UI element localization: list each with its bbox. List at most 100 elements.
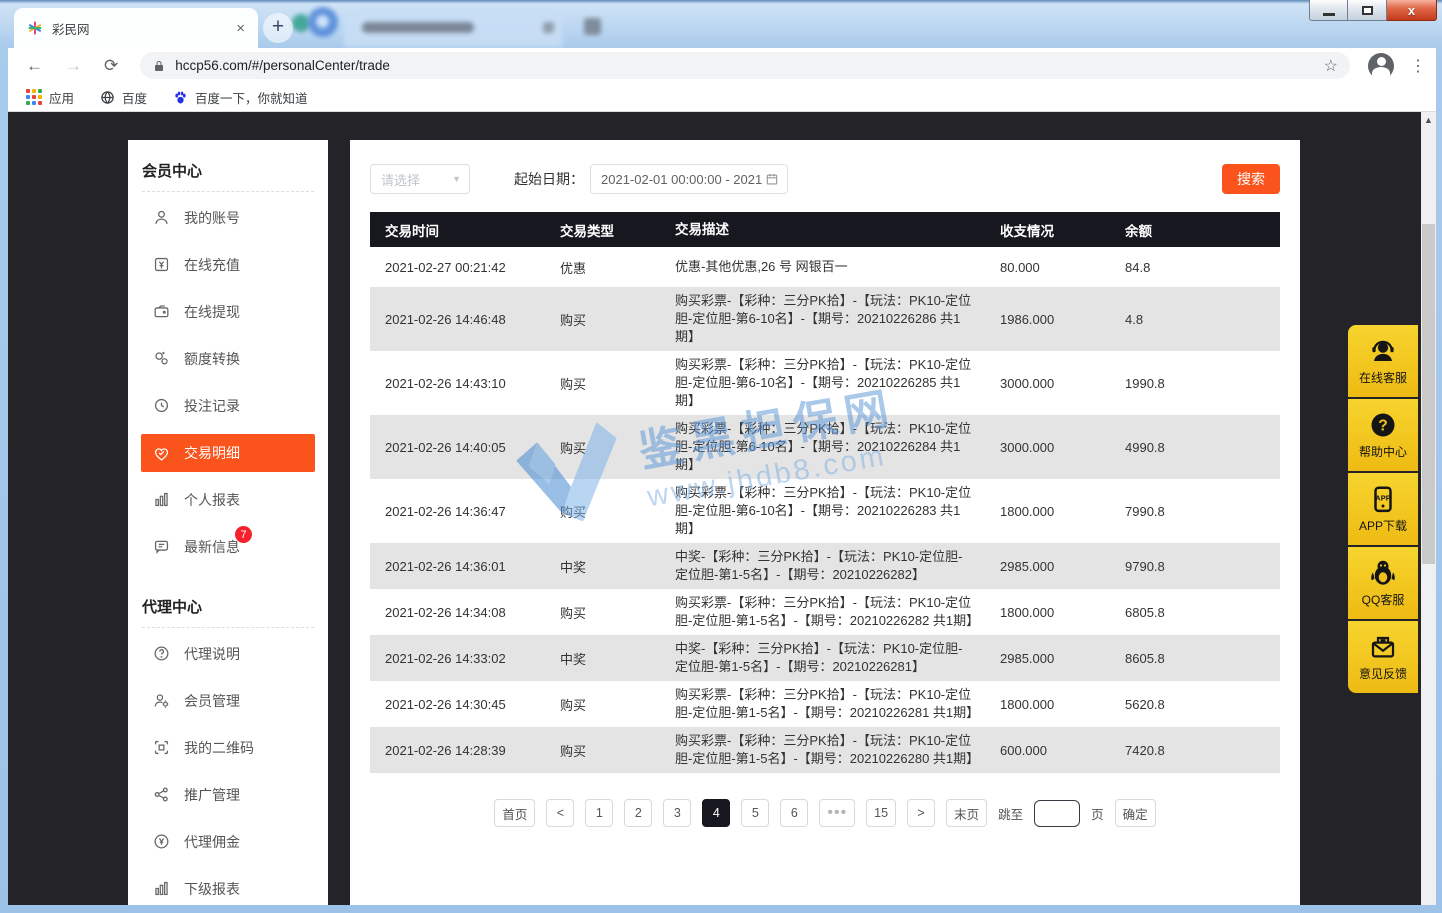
scroll-up-icon[interactable]: ▲ [1421,112,1436,128]
page-number-button[interactable]: 1 [585,799,613,827]
cell-desc: 中奖-【彩种：三分PK拾】-【玩法：PK10-定位胆-定位胆-第1-5名】-【期… [660,635,985,681]
cell-type: 优惠 [545,258,660,277]
maximize-button[interactable] [1348,0,1387,21]
page-number-button[interactable]: 3 [663,799,691,827]
sidebar-item-quota-transfer[interactable]: 额度转换 [128,335,328,382]
sidebar-item-sub-report[interactable]: 下级报表 [128,865,328,905]
page-first-button[interactable]: 首页 [494,799,535,827]
cell-time: 2021-02-27 00:21:42 [370,260,545,275]
sidebar-item-latest-news[interactable]: 最新信息 7 [128,523,328,570]
cell-balance: 4.8 [1110,312,1280,327]
sidebar-item-agent-commission[interactable]: 代理佣金 [128,818,328,865]
cell-type: 购买 [545,310,660,329]
search-button[interactable]: 搜索 [1222,164,1280,194]
sidebar-item-promotion-manage[interactable]: 推广管理 [128,771,328,818]
cell-balance: 8605.8 [1110,651,1280,666]
cell-time: 2021-02-26 14:28:39 [370,743,545,758]
svg-text:?: ? [1378,418,1388,435]
column-header-time: 交易时间 [370,220,545,240]
tab-title: 彩民网 [52,19,233,38]
minimize-button[interactable] [1309,0,1348,21]
cell-amount: 1986.000 [985,312,1110,327]
cell-balance: 6805.8 [1110,605,1280,620]
address-bar[interactable]: hccp56.com/#/personalCenter/trade ☆ [140,52,1350,79]
page-number-button[interactable]: 6 [780,799,808,827]
jump-input[interactable] [1034,800,1080,827]
page-next-button[interactable]: > [907,799,935,827]
scrollbar[interactable]: ▲ [1421,112,1436,905]
divider [142,627,314,628]
sidebar-item-personal-report[interactable]: 个人报表 [128,476,328,523]
service-online-button[interactable]: 在线客服 [1348,325,1418,397]
service-help-button[interactable]: ? 帮助中心 [1348,399,1418,471]
cell-type: 购买 [545,603,660,622]
browser-tab[interactable]: 彩民网 × [14,8,258,48]
service-panel: 在线客服 ? 帮助中心 APP APP下载 QQ客服 意见反馈 [1348,325,1418,693]
forward-button[interactable]: → [65,56,82,76]
menu-dots-icon[interactable]: ⋮ [1410,56,1426,76]
baidu-paw-icon [173,90,188,105]
apps-grid-icon [26,89,42,105]
tab-close-icon[interactable]: × [233,20,248,37]
commission-yen-icon [152,832,171,851]
page-number-button[interactable]: 2 [624,799,652,827]
type-select[interactable]: 请选择 ▼ [370,164,470,194]
cell-balance: 4990.8 [1110,440,1280,455]
back-button[interactable]: ← [26,56,43,76]
url-text: hccp56.com/#/personalCenter/trade [175,58,1323,73]
cell-time: 2021-02-26 14:30:45 [370,697,545,712]
page-prev-button[interactable]: < [546,799,574,827]
page-number-button[interactable]: 15 [866,799,896,827]
profile-avatar[interactable] [1368,53,1394,79]
bookmark-baidu-search[interactable]: 百度一下，你就知道 [173,88,308,107]
bookmark-star-icon[interactable]: ☆ [1324,56,1338,76]
browser-window: 彩民网 × + x ← → ⟳ hccp56.com/#/personalCen… [0,0,1442,913]
refresh-button[interactable]: ⟳ [104,56,118,76]
phone-app-icon: APP [1368,484,1398,514]
scroll-thumb[interactable] [1422,224,1435,564]
bookmark-apps[interactable]: 应用 [26,88,74,107]
sidebar-item-my-account[interactable]: 我的账号 [128,194,328,241]
section-heading-member-center: 会员中心 [128,140,328,181]
cell-time: 2021-02-26 14:33:02 [370,651,545,666]
background-newtab [584,18,601,35]
sidebar-item-agent-guide[interactable]: 代理说明 [128,630,328,677]
date-range-input[interactable]: 2021-02-01 00:00:00 - 2021 [590,164,788,194]
tab-favicon-icon [27,20,43,36]
close-button[interactable]: x [1387,0,1437,21]
cell-desc: 购买彩票-【彩种：三分PK拾】-【玩法：PK10-定位胆-定位胆-第1-5名】-… [660,727,985,773]
service-feedback-button[interactable]: 意见反馈 [1348,621,1418,693]
service-qq-button[interactable]: QQ客服 [1348,547,1418,619]
cell-desc: 中奖-【彩种：三分PK拾】-【玩法：PK10-定位胆-定位胆-第1-5名】-【期… [660,543,985,589]
service-app-button[interactable]: APP APP下载 [1348,473,1418,545]
background-tab-title [362,22,474,33]
sidebar-item-online-withdraw[interactable]: 在线提现 [128,288,328,335]
new-tab-button[interactable]: + [263,13,293,43]
divider [142,191,314,192]
calendar-icon [765,172,779,186]
bookmark-baidu[interactable]: 百度 [100,88,147,107]
cell-time: 2021-02-26 14:43:10 [370,376,545,391]
sidebar-item-bet-records[interactable]: 投注记录 [128,382,328,429]
trade-heart-icon [152,444,171,463]
page-number-button[interactable]: 5 [741,799,769,827]
page-number-button-active[interactable]: 4 [702,799,730,827]
confirm-button[interactable]: 确定 [1115,799,1156,827]
sidebar-item-online-recharge[interactable]: 在线充值 [128,241,328,288]
page-last-button[interactable]: 末页 [946,799,987,827]
column-header-amount: 收支情况 [985,220,1110,240]
titlebar: 彩民网 × + x [0,0,1442,48]
cell-desc: 购买彩票-【彩种：三分PK拾】-【玩法：PK10-定位胆-定位胆-第6-10名】… [660,287,985,351]
page-ellipsis[interactable]: ••• [819,799,855,827]
cell-desc: 购买彩票-【彩种：三分PK拾】-【玩法：PK10-定位胆-定位胆-第1-5名】-… [660,589,985,635]
qrcode-icon [152,738,171,757]
cell-amount: 600.000 [985,743,1110,758]
main-panel: 请选择 ▼ 起始日期： 2021-02-01 00:00:00 - 2021 搜… [350,140,1300,905]
sidebar-item-trade-details[interactable]: 交易明细 [141,434,315,472]
table-header: 交易时间 交易类型 交易描述 收支情况 余额 [370,212,1280,247]
sidebar-item-member-manage[interactable]: 会员管理 [128,677,328,724]
cell-amount: 3000.000 [985,440,1110,455]
column-header-desc: 交易描述 [660,216,985,244]
sidebar-item-my-qrcode[interactable]: 我的二维码 [128,724,328,771]
page-content: 会员中心 我的账号 在线充值 在线提现 额度转换 投注记录 [8,112,1436,905]
